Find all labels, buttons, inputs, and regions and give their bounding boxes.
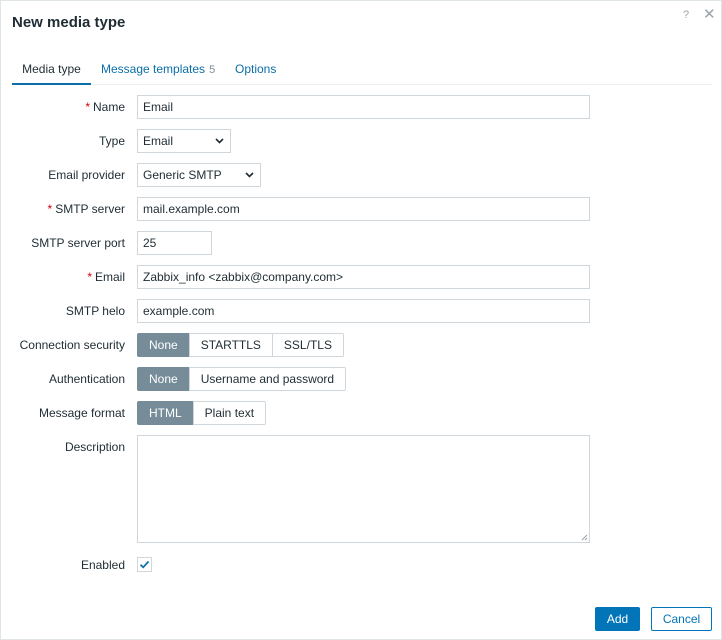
smtp-server-input[interactable] — [137, 197, 590, 221]
enabled-checkbox[interactable] — [137, 557, 152, 572]
connection-security-none[interactable]: None — [137, 333, 190, 357]
message-format-html[interactable]: HTML — [137, 401, 194, 425]
email-provider-select[interactable]: Generic SMTP — [137, 163, 261, 187]
authentication-username-password[interactable]: Username and password — [188, 367, 347, 391]
description-textarea[interactable] — [137, 435, 590, 543]
tab-bar: Media type Message templates 5 Options — [12, 53, 712, 85]
media-type-dialog: New media type ? ✕ Media type Message te… — [0, 0, 722, 640]
tab-media-type-label: Media type — [22, 62, 81, 76]
dialog-title: New media type — [12, 14, 126, 31]
email-label: * Email — [87, 265, 125, 289]
message-format-label: Message format — [38, 406, 125, 420]
email-label-text: Email — [94, 270, 125, 284]
close-icon[interactable]: ✕ — [703, 7, 716, 22]
smtp-server-label: * SMTP server — [48, 197, 125, 221]
connection-security-starttls[interactable]: STARTTLS — [188, 333, 273, 357]
tab-media-type[interactable]: Media type — [12, 53, 91, 85]
name-input[interactable] — [137, 95, 590, 119]
required-marker: * — [47, 202, 53, 216]
chevron-down-icon — [215, 138, 224, 144]
email-input[interactable] — [137, 265, 590, 289]
authentication-segment: None Username and password — [137, 367, 347, 391]
smtp-helo-label: SMTP helo — [65, 304, 125, 318]
checkmark-icon — [139, 560, 150, 569]
chevron-down-icon — [245, 172, 254, 178]
connection-security-ssl-tls[interactable]: SSL/TLS — [271, 333, 344, 357]
add-button[interactable]: Add — [595, 607, 640, 631]
smtp-server-port-label: SMTP server port — [31, 236, 125, 250]
smtp-server-label-text: SMTP server — [55, 202, 125, 216]
type-select-value: Email — [143, 134, 174, 148]
tab-message-templates[interactable]: Message templates 5 — [101, 53, 215, 85]
email-provider-select-value: Generic SMTP — [143, 168, 222, 182]
smtp-server-port-input[interactable] — [137, 231, 212, 255]
type-label: Type — [98, 134, 125, 148]
type-select[interactable]: Email — [137, 129, 231, 153]
name-label-text: Name — [92, 100, 125, 114]
authentication-label: Authentication — [48, 372, 125, 386]
email-provider-label: Email provider — [48, 168, 125, 182]
required-marker: * — [87, 270, 92, 284]
tab-message-templates-label: Message templates — [101, 62, 206, 76]
tab-options[interactable]: Options — [235, 53, 276, 85]
message-templates-count: 5 — [209, 64, 216, 76]
message-format-plain-text[interactable]: Plain text — [192, 401, 267, 425]
name-label: * Name — [85, 95, 125, 119]
authentication-none[interactable]: None — [137, 367, 190, 391]
cancel-button[interactable]: Cancel — [651, 607, 712, 631]
resize-handle-icon[interactable] — [581, 534, 588, 541]
tab-options-label: Options — [235, 62, 277, 76]
required-marker: * — [85, 100, 90, 114]
connection-security-label: Connection security — [19, 338, 125, 352]
description-label: Description — [64, 440, 125, 454]
message-format-segment: HTML Plain text — [137, 401, 267, 425]
enabled-label: Enabled — [80, 558, 125, 572]
help-icon[interactable]: ? — [683, 9, 689, 21]
connection-security-segment: None STARTTLS SSL/TLS — [137, 333, 344, 357]
smtp-helo-input[interactable] — [137, 299, 590, 323]
